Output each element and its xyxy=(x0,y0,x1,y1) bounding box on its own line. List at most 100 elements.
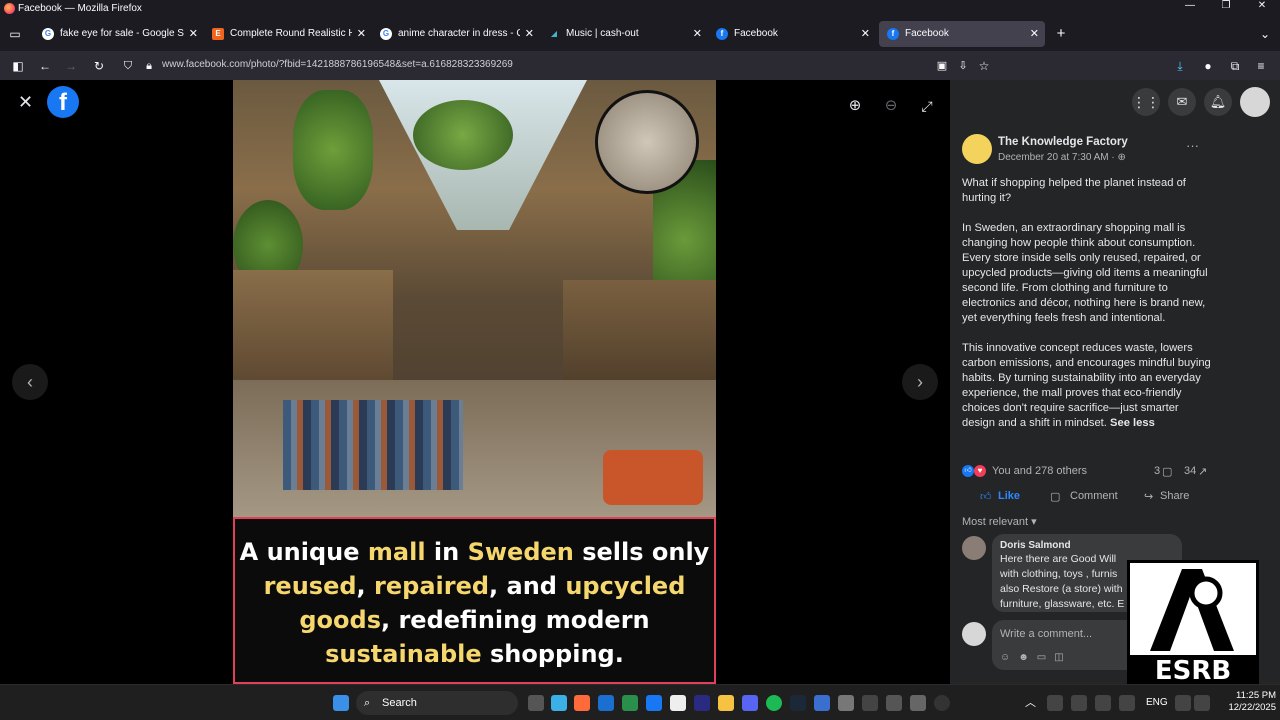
next-photo-icon[interactable]: › xyxy=(902,364,938,400)
emoji-icon[interactable]: ☻ xyxy=(1018,652,1037,663)
fullscreen-icon[interactable]: ⤢ xyxy=(909,88,945,124)
steam-icon[interactable] xyxy=(790,695,806,711)
language-indicator[interactable]: ENG xyxy=(1146,697,1168,708)
save-page-icon[interactable]: ⇩ xyxy=(954,57,972,75)
shares-count[interactable]: 34 xyxy=(1184,465,1196,477)
photoshop-icon[interactable] xyxy=(694,695,710,711)
back-icon[interactable]: ← xyxy=(36,57,54,75)
reload-icon[interactable]: ↻ xyxy=(90,57,108,75)
app-icon[interactable] xyxy=(886,695,902,711)
discord-icon[interactable] xyxy=(742,695,758,711)
tab-etsy[interactable]: E Complete Round Realistic Hum ✕ xyxy=(204,21,372,47)
forward-icon[interactable]: → xyxy=(62,57,80,75)
volume-icon[interactable] xyxy=(1194,695,1210,711)
facebook-logo-icon[interactable]: f xyxy=(47,86,79,118)
tab-close-icon[interactable]: ✕ xyxy=(861,21,870,47)
close-window-button[interactable]: ✕ xyxy=(1244,0,1280,17)
bookmark-star-icon[interactable]: ☆ xyxy=(975,57,993,75)
notifications-icon[interactable]: 🔔︎ xyxy=(1204,88,1232,116)
zoom-in-icon[interactable]: ⊕ xyxy=(837,88,873,124)
comment-author[interactable]: Doris Salmond xyxy=(1000,540,1174,552)
facebook-taskbar-icon[interactable] xyxy=(646,695,662,711)
app-icon[interactable] xyxy=(814,695,830,711)
url-bar[interactable]: www.facebook.com/photo/?fbid=14218887861… xyxy=(162,59,513,70)
taskbar-search[interactable]: ⌕ Search xyxy=(356,691,518,715)
app-icon[interactable] xyxy=(670,695,686,711)
previous-photo-icon[interactable]: ‹ xyxy=(12,364,48,400)
extensions-icon[interactable]: ⧉ xyxy=(1226,57,1244,75)
avatar-sticker-icon[interactable]: ☺ xyxy=(1000,652,1018,663)
page-avatar[interactable] xyxy=(962,134,992,164)
tray-chevron-icon[interactable]: ︿ xyxy=(1025,694,1036,710)
gif-icon[interactable]: ▭ xyxy=(1037,652,1054,663)
post-more-icon[interactable]: ··· xyxy=(1186,138,1199,153)
list-tabs-icon[interactable]: ⌄ xyxy=(1256,25,1274,43)
menu-grid-icon[interactable]: ⋮⋮ xyxy=(1132,88,1160,116)
sidebar-icon[interactable]: ◧ xyxy=(9,57,27,75)
file-explorer-icon[interactable] xyxy=(718,695,734,711)
see-less-link[interactable]: See less xyxy=(1110,417,1155,429)
app-icon[interactable] xyxy=(598,695,614,711)
app-icon[interactable] xyxy=(622,695,638,711)
start-icon[interactable] xyxy=(333,695,349,711)
tray-icon[interactable] xyxy=(1071,695,1087,711)
tab-facebook-active[interactable]: f Facebook ✕ xyxy=(879,21,1045,47)
tab-music[interactable]: ◢ Music | cash-out ✕ xyxy=(540,21,708,47)
post-date[interactable]: December 20 at 7:30 AM · xyxy=(998,152,1118,163)
new-tab-button[interactable]: + xyxy=(1052,25,1070,43)
tray-icon[interactable] xyxy=(1119,695,1135,711)
tray-icon[interactable] xyxy=(1047,695,1063,711)
tab-facebook-1[interactable]: f Facebook ✕ xyxy=(708,21,876,47)
tab-close-icon[interactable]: ✕ xyxy=(357,21,366,47)
chevron-down-icon[interactable]: ▾ xyxy=(1031,516,1037,528)
caption-text: , redefining modern xyxy=(380,606,650,634)
copilot-icon[interactable] xyxy=(551,695,567,711)
commenter-avatar[interactable] xyxy=(962,536,986,560)
like-button[interactable]: Like xyxy=(998,490,1020,502)
network-icon[interactable] xyxy=(1175,695,1191,711)
like-icon[interactable]: 👍︎ xyxy=(980,490,992,503)
shield-icon[interactable]: ⛉ xyxy=(119,57,137,75)
write-comment-input[interactable]: Write a comment... xyxy=(1000,628,1092,640)
minimize-button[interactable]: — xyxy=(1172,0,1208,17)
menu-icon[interactable]: ≡ xyxy=(1252,57,1270,75)
task-view-icon[interactable] xyxy=(528,695,544,711)
comment-button[interactable]: Comment xyxy=(1070,490,1118,502)
lock-icon[interactable]: 🔒︎ xyxy=(140,57,158,75)
app-icon[interactable] xyxy=(862,695,878,711)
tab-google-search[interactable]: G fake eye for sale - Google Search ✕ xyxy=(34,21,204,47)
share-icon[interactable]: ↪ xyxy=(1144,490,1153,503)
reactions-summary[interactable]: You and 278 others xyxy=(992,465,1087,477)
close-viewer-icon[interactable]: ✕ xyxy=(18,92,33,113)
clock-time: 11:25 PM xyxy=(1236,690,1276,701)
account-icon[interactable]: ● xyxy=(1199,57,1217,75)
downloads-icon[interactable]: ⤓ xyxy=(1171,57,1189,75)
caption-highlight: Sweden xyxy=(467,538,574,566)
settings-icon[interactable] xyxy=(838,695,854,711)
post-author[interactable]: The Knowledge Factory xyxy=(998,136,1128,148)
profile-avatar[interactable] xyxy=(1240,87,1270,117)
tab-google-anime[interactable]: G anime character in dress - Goog ✕ xyxy=(372,21,540,47)
comment-sort[interactable]: Most relevant xyxy=(962,516,1028,528)
app-icon[interactable] xyxy=(934,695,950,711)
post-paragraph: What if shopping helped the planet inste… xyxy=(962,177,1186,204)
tab-close-icon[interactable]: ✕ xyxy=(1030,21,1039,47)
firefox-taskbar-icon[interactable] xyxy=(574,695,590,711)
image-icon[interactable]: ▣ xyxy=(933,57,951,75)
tab-label: fake eye for sale - Google Search xyxy=(60,28,184,39)
spotify-icon[interactable] xyxy=(766,695,782,711)
share-button[interactable]: Share xyxy=(1160,490,1189,502)
tab-overview-icon[interactable]: ▭ xyxy=(6,25,24,43)
zoom-out-icon[interactable]: ⊖ xyxy=(873,88,909,124)
comment-icon[interactable]: ▢ xyxy=(1050,490,1060,503)
tab-close-icon[interactable]: ✕ xyxy=(693,21,702,47)
sticker-icon[interactable]: ◫ xyxy=(1054,652,1071,663)
app-icon[interactable] xyxy=(910,695,926,711)
tab-close-icon[interactable]: ✕ xyxy=(189,21,198,47)
microphone-icon[interactable] xyxy=(1095,695,1111,711)
tab-close-icon[interactable]: ✕ xyxy=(525,21,534,47)
comments-count[interactable]: 3 xyxy=(1154,465,1160,477)
clock[interactable]: 11:25 PM 12/22/2025 xyxy=(1218,690,1276,714)
maximize-button[interactable]: ❐ xyxy=(1208,0,1244,17)
messenger-icon[interactable]: ✉ xyxy=(1168,88,1196,116)
